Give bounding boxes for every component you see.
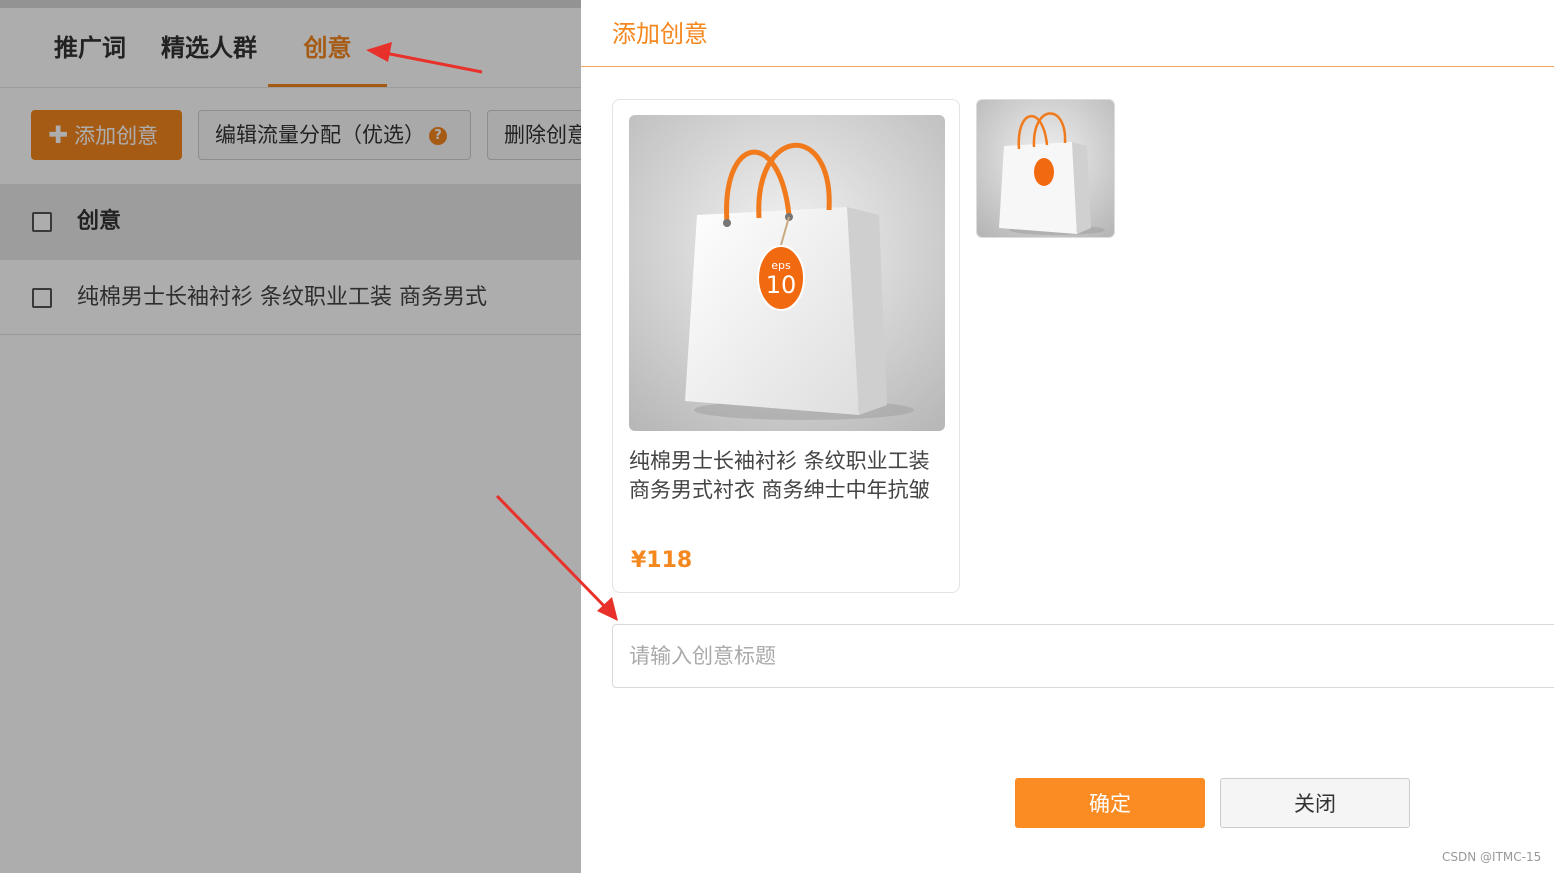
product-image: eps 10 <box>629 115 945 431</box>
close-button[interactable]: 关闭 <box>1220 778 1410 828</box>
tag-big-text: 10 <box>766 271 797 299</box>
confirm-button[interactable]: 确定 <box>1015 778 1205 828</box>
shopping-bag-thumbnail-icon <box>977 100 1114 237</box>
dialog-title: 添加创意 <box>612 20 708 48</box>
add-creative-dialog: 添加创意 eps 10 纯棉男士长袖衬衫 条纹职业工装 商务男式衬衣 商务绅士中… <box>581 0 1554 873</box>
product-thumbnail[interactable] <box>976 99 1115 238</box>
dialog-header: 添加创意 <box>581 0 1554 67</box>
creative-title-input[interactable] <box>612 624 1554 688</box>
shopping-bag-icon: eps 10 <box>629 115 945 431</box>
product-title: 纯棉男士长袖衬衫 条纹职业工装 商务男式衬衣 商务绅士中年抗皱 <box>629 449 930 502</box>
page: 推广词 精选人群 创意 ✚ 添加创意 编辑流量分配（优选）? 删除创意 创意 纯棉… <box>0 0 1554 873</box>
product-card[interactable]: eps 10 纯棉男士长袖衬衫 条纹职业工装 商务男式衬衣 商务绅士中年抗皱 ¥… <box>612 99 960 593</box>
watermark: CSDN @ITMC-15 <box>1442 850 1542 864</box>
product-price: ¥118 <box>631 548 693 573</box>
